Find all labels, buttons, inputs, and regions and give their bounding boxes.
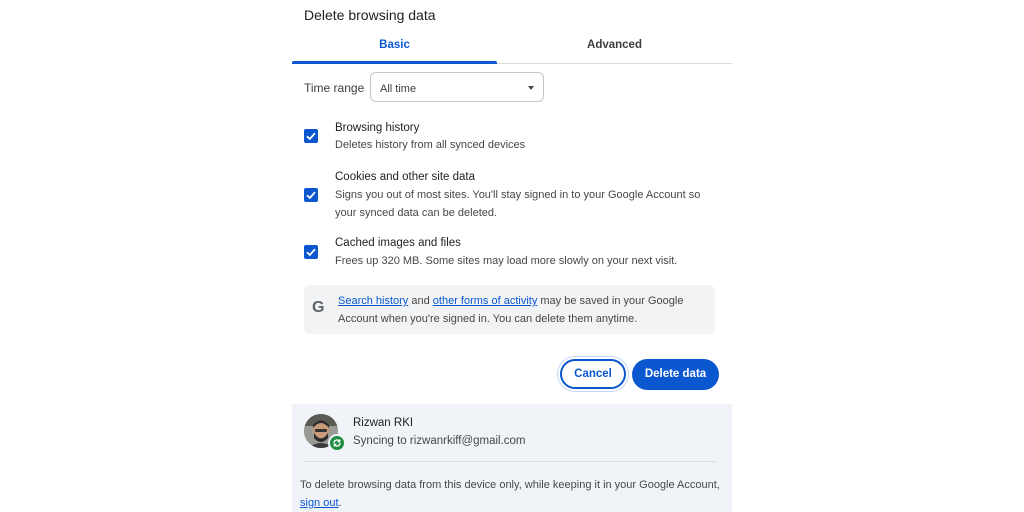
search-history-link[interactable]: Search history <box>338 295 408 307</box>
option-title: Browsing history <box>335 122 420 134</box>
info-text-part: and <box>408 295 433 307</box>
google-activity-info: G Search history and other forms of acti… <box>304 285 715 334</box>
sign-out-link[interactable]: sign out <box>300 497 339 509</box>
checkmark-icon <box>306 248 316 257</box>
sync-status-icon <box>328 434 346 452</box>
divider <box>304 461 716 462</box>
account-name: Rizwan RKI <box>353 417 414 429</box>
delete-browsing-data-dialog: Delete browsing data Basic Advanced Time… <box>292 0 732 512</box>
info-text: Search history and other forms of activi… <box>338 293 708 328</box>
dialog-title: Delete browsing data <box>304 7 436 23</box>
google-g-icon: G <box>312 299 325 316</box>
selected-tab-indicator <box>292 61 497 64</box>
delete-data-button[interactable]: Delete data <box>632 359 719 390</box>
other-activity-link[interactable]: other forms of activity <box>433 295 538 307</box>
option-description: Signs you out of most sites. You'll stay… <box>335 189 701 219</box>
time-range-label: Time range <box>304 81 365 95</box>
footer-text: To delete browsing data from this device… <box>300 477 720 512</box>
checkmark-icon <box>306 191 316 200</box>
cached-images-checkbox[interactable] <box>304 245 318 259</box>
option-title: Cached images and files <box>335 237 461 249</box>
footer-text-part: To delete browsing data from this device… <box>300 479 720 491</box>
option-description: Frees up 320 MB. Some sites may load mor… <box>335 255 678 267</box>
cookies-checkbox[interactable] <box>304 188 318 202</box>
time-range-select[interactable]: All time <box>370 72 544 102</box>
dropdown-caret-icon <box>528 86 534 90</box>
option-description: Deletes history from all synced devices <box>335 139 526 151</box>
option-title: Cookies and other site data <box>335 171 476 183</box>
tab-advanced[interactable]: Advanced <box>497 34 732 63</box>
tab-bar: Basic Advanced <box>292 34 732 64</box>
cancel-button[interactable]: Cancel <box>560 359 626 389</box>
footer-text-end: . <box>338 496 342 509</box>
sync-icon <box>333 439 341 447</box>
time-range-value: All time <box>380 83 417 95</box>
account-section: Rizwan RKI Syncing to rizwanrkiff@gmail.… <box>292 404 732 512</box>
checkmark-icon <box>306 132 316 141</box>
account-sync-status: Syncing to rizwanrkiff@gmail.com <box>353 435 526 447</box>
tab-basic[interactable]: Basic <box>292 34 497 63</box>
browsing-history-checkbox[interactable] <box>304 129 318 143</box>
